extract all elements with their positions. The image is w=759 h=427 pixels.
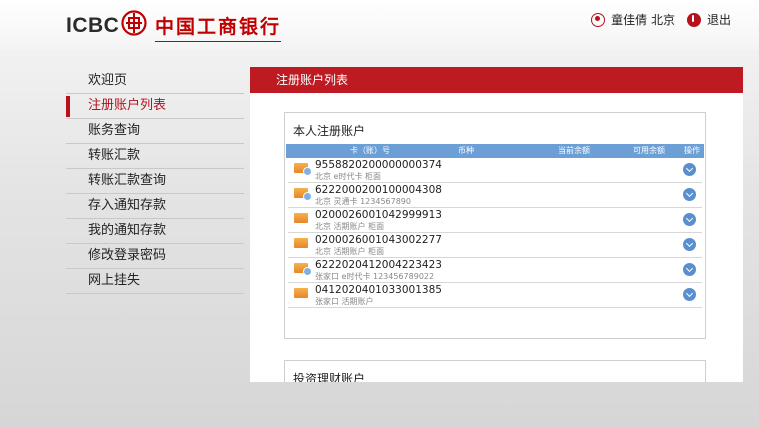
table-row[interactable]: 0200026001042999913 北京 活期账户 柜面 [288, 208, 702, 233]
sidebar-item-transfer[interactable]: 转账汇款 [66, 144, 244, 169]
section-title: 本人注册账户 [293, 124, 366, 138]
chevron-down-icon[interactable] [683, 213, 696, 226]
table-header: 卡（账）号 币种 当前余额 可用余额 操作 [286, 144, 704, 158]
account-details: 张家口 活期账户 [315, 297, 374, 306]
card-icon [294, 238, 308, 248]
icbc-emblem-icon [121, 10, 147, 36]
icbc-logo-chinese: 中国工商银行 [155, 12, 282, 42]
multi-card-icon [294, 263, 312, 276]
sidebar-item-notice-deposit[interactable]: 存入通知存款 [66, 194, 244, 219]
section-title: 投资理财账户 [293, 372, 366, 382]
main-panel: 注册账户列表 本人注册账户 卡（账）号 币种 当前余额 可用余额 操作 9558… [250, 67, 743, 382]
multi-card-icon [294, 188, 312, 201]
column-header-currency: 币种 [458, 146, 474, 155]
page-title: 注册账户列表 [250, 67, 743, 93]
multi-card-icon [294, 163, 312, 176]
account-number: 6222000200100004308 [315, 184, 442, 196]
account-number: 6222020412004223423 [315, 259, 442, 271]
table-row[interactable]: 6222020412004223423 张家口 e时代卡 12345678902… [288, 258, 702, 283]
sidebar-item-change-password[interactable]: 修改登录密码 [66, 244, 244, 269]
card-icon [294, 288, 308, 298]
table-row[interactable]: 9558820200000000374 北京 e时代卡 柜面 [288, 158, 702, 183]
column-header-available-balance: 可用余额 [633, 146, 665, 155]
app-header: ICBC 中国工商银行 童佳倩 北京 退出 [0, 0, 759, 50]
chevron-down-icon[interactable] [683, 263, 696, 276]
table-row[interactable]: 0200026001043002277 北京 活期账户 柜面 [288, 233, 702, 258]
sidebar-item-welcome[interactable]: 欢迎页 [66, 69, 244, 94]
table-row[interactable]: 6222000200100004308 北京 灵通卡 1234567890 [288, 183, 702, 208]
card-icon [294, 213, 308, 223]
table-row[interactable]: 0412020401033001385 张家口 活期账户 [288, 283, 702, 308]
account-number: 0200026001043002277 [315, 234, 442, 246]
column-header-action: 操作 [684, 146, 700, 155]
icbc-logo-text: ICBC [66, 14, 120, 37]
account-details: 北京 活期账户 柜面 [315, 222, 385, 231]
account-number: 0200026001042999913 [315, 209, 442, 221]
chevron-down-icon[interactable] [683, 188, 696, 201]
account-details: 北京 e时代卡 柜面 [315, 172, 382, 181]
account-details: 北京 活期账户 柜面 [315, 247, 385, 256]
account-details: 张家口 e时代卡 123456789022 [315, 272, 435, 281]
chevron-down-icon[interactable] [683, 163, 696, 176]
user-icon [591, 12, 606, 27]
logout-link[interactable]: 退出 [707, 11, 731, 28]
sidebar-item-account-query[interactable]: 账务查询 [66, 119, 244, 144]
own-accounts-card: 本人注册账户 卡（账）号 币种 当前余额 可用余额 操作 95588202000… [284, 112, 706, 339]
sidebar-item-transfer-query[interactable]: 转账汇款查询 [66, 169, 244, 194]
investment-accounts-card: 投资理财账户 [284, 360, 706, 382]
account-number: 0412020401033001385 [315, 284, 442, 296]
sidebar-item-my-notice-deposit[interactable]: 我的通知存款 [66, 219, 244, 244]
column-header-account: 卡（账）号 [350, 146, 390, 155]
chevron-down-icon[interactable] [683, 238, 696, 251]
power-icon[interactable] [686, 12, 701, 27]
sidebar-menu: 欢迎页 注册账户列表 账务查询 转账汇款 转账汇款查询 存入通知存款 我的通知存… [66, 69, 244, 294]
column-header-current-balance: 当前余额 [558, 146, 590, 155]
sidebar-item-account-list[interactable]: 注册账户列表 [66, 94, 244, 119]
user-area: 童佳倩 北京 退出 [591, 11, 731, 28]
account-details: 北京 灵通卡 1234567890 [315, 197, 411, 206]
chevron-down-icon[interactable] [683, 288, 696, 301]
sidebar-item-report-loss[interactable]: 网上挂失 [66, 269, 244, 294]
user-name[interactable]: 童佳倩 北京 [611, 11, 675, 28]
account-number: 9558820200000000374 [315, 159, 442, 171]
